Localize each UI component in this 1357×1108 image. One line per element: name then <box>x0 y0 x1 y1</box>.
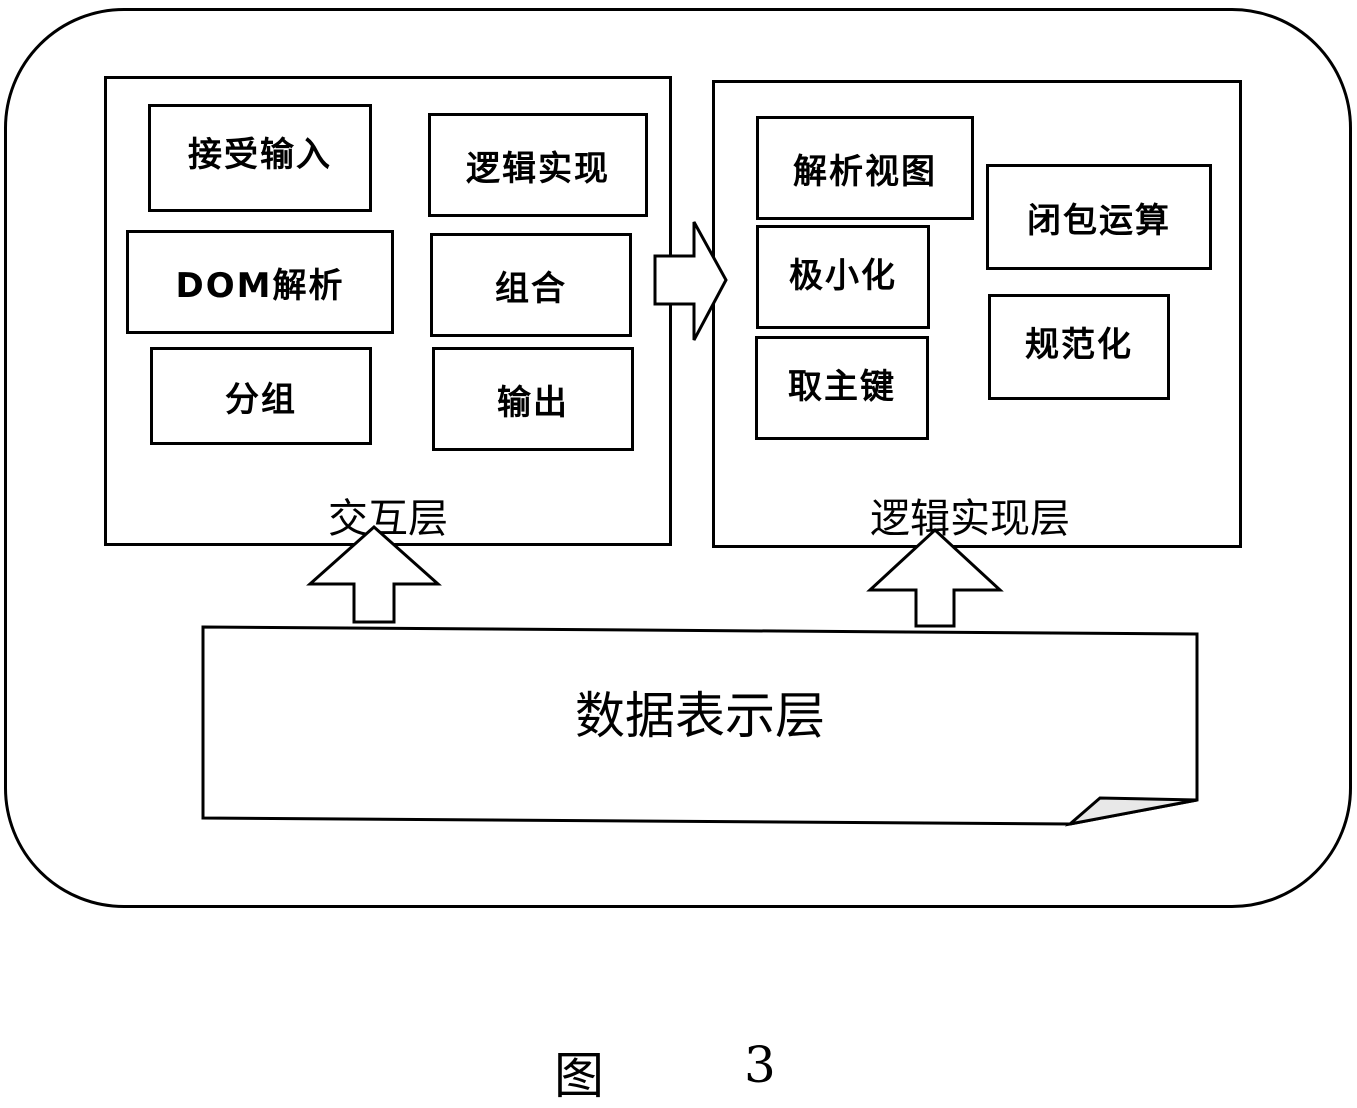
data-layer-label: 数据表示层 <box>575 687 825 745</box>
arrow-up-data-to-logic <box>866 527 1004 628</box>
arrow-up-data-to-interaction <box>306 524 442 624</box>
caption-number: 3 <box>744 1036 776 1094</box>
figure-caption: 图 3 <box>548 1036 848 1105</box>
arrow-right-interaction-to-logic <box>653 221 728 341</box>
caption-prefix: 图 <box>554 1047 604 1105</box>
diagram-shapes <box>201 221 1199 827</box>
